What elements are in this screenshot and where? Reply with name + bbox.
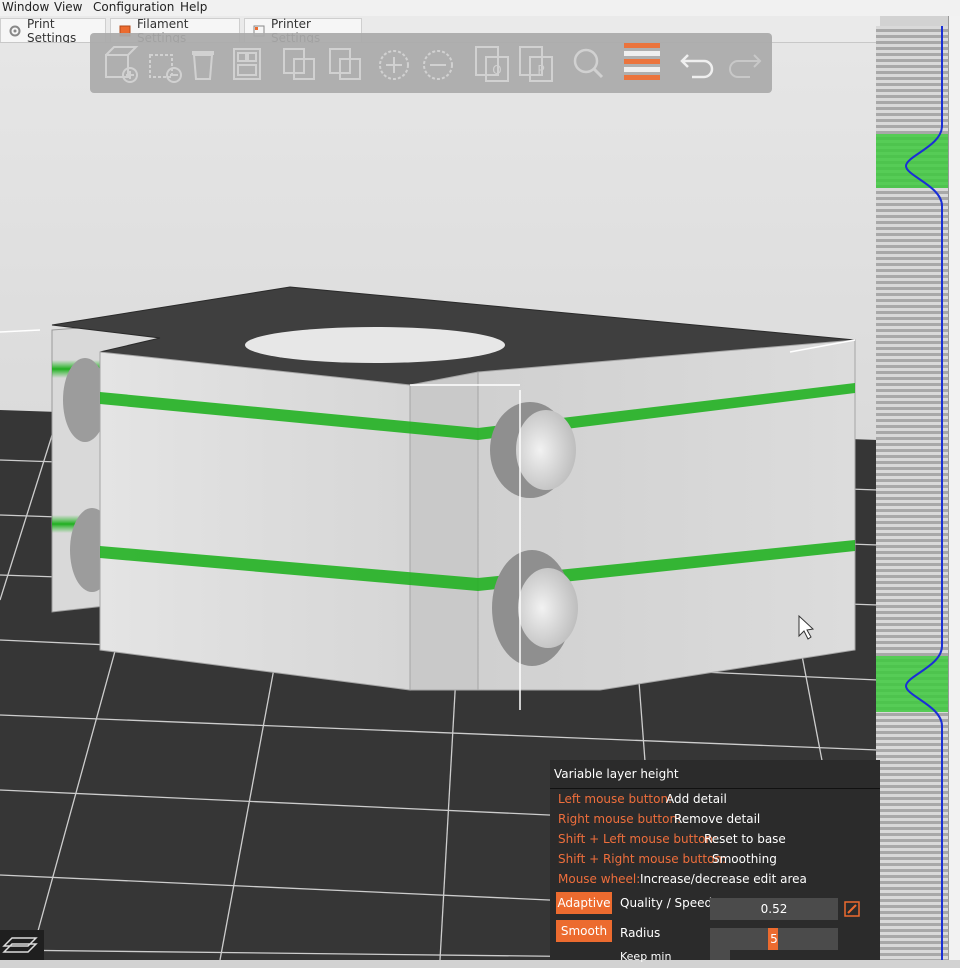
trash-icon[interactable] <box>180 33 228 93</box>
shortcut-action: Increase/decrease edit area <box>640 872 807 886</box>
menu-configuration[interactable]: Configuration <box>93 0 174 14</box>
split-objects-icon[interactable]: O <box>468 33 516 93</box>
shortcut-key: Shift + Left mouse button: <box>558 832 718 846</box>
copy-icon[interactable] <box>276 33 324 93</box>
radius-slider[interactable]: 5 <box>710 928 838 950</box>
radius-label: Radius <box>620 926 661 940</box>
split-parts-icon[interactable]: P <box>512 33 560 93</box>
shortcut-key: Right mouse button: <box>558 812 682 826</box>
keep-min-checkbox[interactable] <box>710 950 730 960</box>
redo-icon[interactable] <box>720 33 768 93</box>
adaptive-button[interactable]: Adaptive <box>556 892 612 914</box>
minus-circle-icon[interactable] <box>414 33 462 93</box>
quality-speed-value: 0.52 <box>760 902 788 916</box>
layers-icon[interactable] <box>618 33 666 93</box>
add-cube-icon[interactable] <box>96 33 144 93</box>
tab-label: Print Settings <box>27 16 77 45</box>
svg-text:O: O <box>492 63 501 77</box>
menu-bar: Window View Configuration Help <box>0 0 960 16</box>
shortcut-action: Remove detail <box>674 812 761 826</box>
undo-icon[interactable] <box>674 33 722 93</box>
smooth-button[interactable]: Smooth <box>556 920 612 942</box>
arrange-icon[interactable] <box>224 33 272 93</box>
menu-help[interactable]: Help <box>180 0 207 14</box>
layers-view-icon[interactable] <box>0 930 44 960</box>
shortcut-row: Right mouse button: Remove detail <box>558 810 760 828</box>
sidebar-edge <box>948 16 960 960</box>
shortcut-key: Left mouse button: <box>558 792 673 806</box>
menu-window[interactable]: Window <box>2 0 49 14</box>
shortcut-action: Reset to base <box>704 832 786 846</box>
search-icon[interactable] <box>564 33 612 93</box>
dialog-divider <box>550 788 880 789</box>
shortcut-row: Shift + Right mouse button: Smoothing <box>558 850 777 868</box>
main-toolbar: O P <box>90 33 772 93</box>
layer-height-profile[interactable] <box>876 26 948 960</box>
shortcut-row: Left mouse button: Add detail <box>558 790 727 808</box>
shortcut-action: Add detail <box>666 792 727 806</box>
dialog-title: Variable layer height <box>554 767 679 781</box>
menu-view[interactable]: View <box>54 0 82 14</box>
svg-text:P: P <box>537 63 544 77</box>
shortcut-key: Mouse wheel: <box>558 872 641 886</box>
plus-circle-icon[interactable] <box>370 33 418 93</box>
shortcut-key: Shift + Right mouse button: <box>558 852 727 866</box>
radius-value: 5 <box>770 932 778 946</box>
shortcut-row: Mouse wheel: Increase/decrease edit area <box>558 870 807 888</box>
quality-speed-slider[interactable]: 0.52 <box>710 898 838 920</box>
variable-layer-height-dialog: Variable layer height Left mouse button:… <box>550 760 880 963</box>
model-main <box>0 286 856 710</box>
shortcut-row: Shift + Left mouse button: Reset to base <box>558 830 786 848</box>
shortcut-action: Smoothing <box>712 852 777 866</box>
keep-min-label: Keep min <box>620 950 672 963</box>
gear-icon <box>9 25 21 37</box>
edit-icon[interactable] <box>844 901 860 917</box>
quality-speed-label: Quality / Speed <box>620 896 713 910</box>
paste-icon[interactable] <box>322 33 370 93</box>
